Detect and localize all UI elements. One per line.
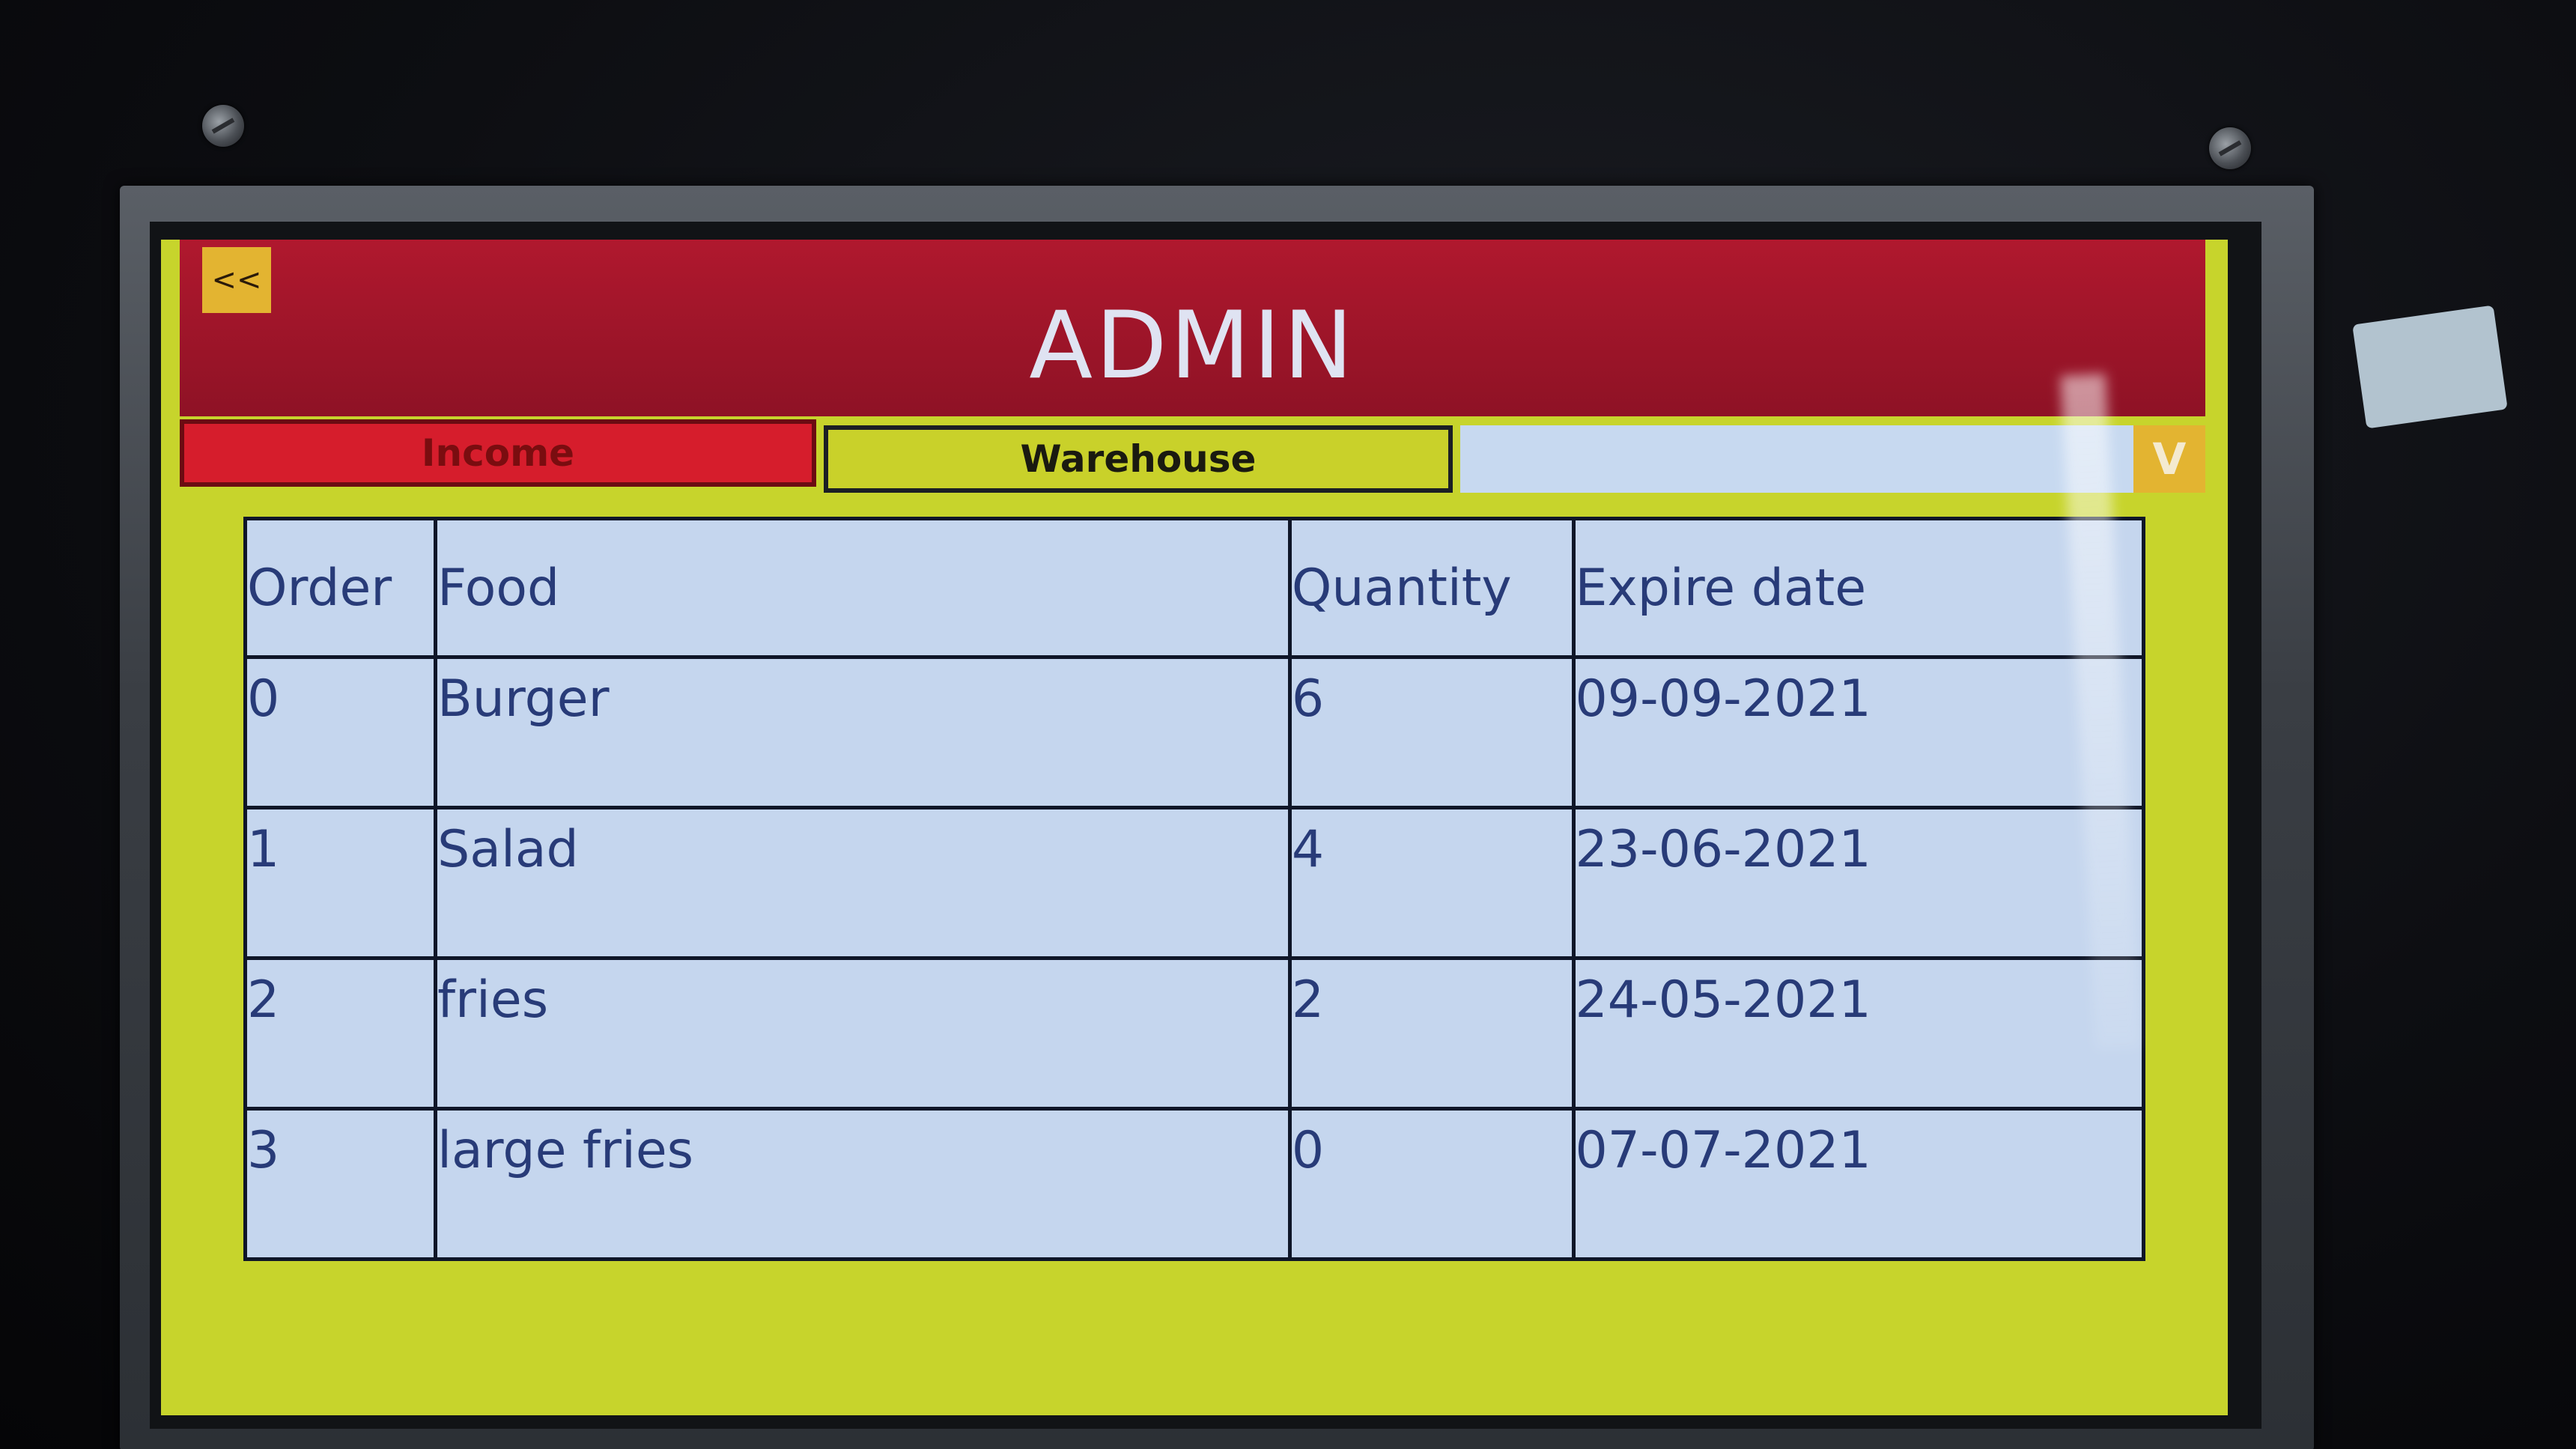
tab-income[interactable]: Income (180, 419, 816, 487)
column-header-order: Order (243, 517, 438, 659)
column-header-quantity: Quantity (1287, 517, 1576, 659)
photo-scene: << ADMIN Income Warehouse V Order Food Q… (0, 0, 2576, 1449)
device-sticker (2352, 305, 2508, 429)
table-header-row: Order Food Quantity Expire date (243, 517, 2146, 659)
dropdown-toggle-button[interactable]: V (2133, 425, 2205, 493)
table-row[interactable]: 1 Salad 4 23-06-2021 (243, 806, 2146, 960)
cell-order: 1 (243, 806, 438, 960)
warehouse-table: Order Food Quantity Expire date 0 Burger… (243, 517, 2146, 1261)
cell-food: fries (434, 956, 1292, 1111)
cell-expire-date: 24-05-2021 (1571, 956, 2146, 1111)
cell-expire-date: 07-07-2021 (1571, 1107, 2146, 1261)
tab-bar: Income Warehouse V (180, 419, 2205, 493)
table-row[interactable]: 0 Burger 6 09-09-2021 (243, 655, 2146, 809)
mount-screw (202, 105, 244, 147)
app-screen: << ADMIN Income Warehouse V Order Food Q… (161, 240, 2228, 1415)
tab-dropdown[interactable]: V (1460, 425, 2205, 493)
cell-expire-date: 23-06-2021 (1571, 806, 2146, 960)
header-bar: << ADMIN (180, 240, 2205, 416)
cell-quantity: 6 (1287, 655, 1576, 809)
cell-order: 2 (243, 956, 438, 1111)
mount-screw (2209, 127, 2251, 169)
cell-quantity: 0 (1287, 1107, 1576, 1261)
warehouse-table-container: Order Food Quantity Expire date 0 Burger… (243, 517, 2146, 1261)
cell-order: 3 (243, 1107, 438, 1261)
column-header-expire-date: Expire date (1571, 517, 2146, 659)
cell-food: Salad (434, 806, 1292, 960)
cell-order: 0 (243, 655, 438, 809)
cell-food: Burger (434, 655, 1292, 809)
cell-food: large fries (434, 1107, 1292, 1261)
page-title: ADMIN (1029, 292, 1356, 400)
table-row[interactable]: 2 fries 2 24-05-2021 (243, 956, 2146, 1111)
table-row[interactable]: 3 large fries 0 07-07-2021 (243, 1107, 2146, 1261)
tab-warehouse[interactable]: Warehouse (824, 425, 1453, 493)
column-header-food: Food (434, 517, 1292, 659)
cell-quantity: 4 (1287, 806, 1576, 960)
cell-expire-date: 09-09-2021 (1571, 655, 2146, 809)
cell-quantity: 2 (1287, 956, 1576, 1111)
